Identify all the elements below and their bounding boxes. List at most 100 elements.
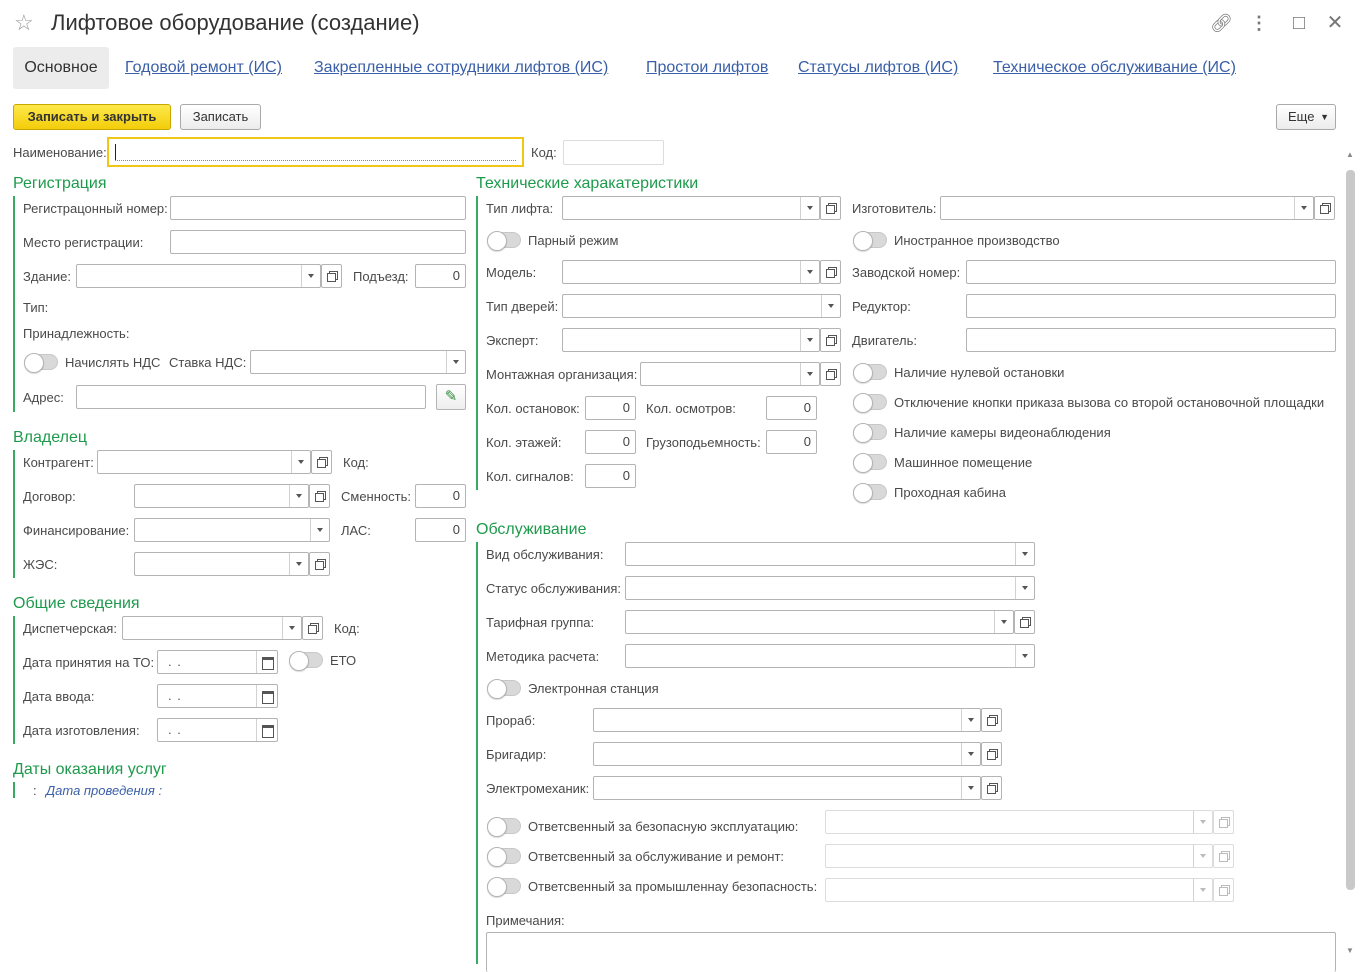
input-date-input[interactable]: . .	[157, 684, 278, 708]
open-icon[interactable]	[1213, 810, 1234, 834]
chevron-down-icon[interactable]	[289, 553, 308, 575]
open-icon[interactable]	[1014, 610, 1035, 634]
lift-type-select[interactable]	[562, 196, 820, 220]
resp-repair-select[interactable]	[825, 844, 1213, 868]
open-icon[interactable]	[981, 742, 1002, 766]
install-org-select[interactable]	[640, 362, 820, 386]
scroll-down-icon[interactable]: ▼	[1346, 946, 1354, 955]
chevron-down-icon[interactable]	[291, 451, 310, 473]
zhes-select[interactable]	[134, 552, 309, 576]
electromech-select[interactable]	[593, 776, 981, 800]
close-icon[interactable]: ✕	[1324, 12, 1346, 34]
foreign-toggle[interactable]	[853, 231, 887, 251]
reg-place-input[interactable]	[170, 230, 466, 254]
chevron-down-icon[interactable]	[961, 743, 980, 765]
contract-select[interactable]	[134, 484, 309, 508]
chevron-down-icon[interactable]	[821, 295, 840, 317]
open-icon[interactable]	[820, 260, 841, 284]
open-icon[interactable]	[309, 552, 330, 576]
resp-safe-select[interactable]	[825, 810, 1213, 834]
more-vertical-icon[interactable]: ⋮	[1248, 12, 1270, 34]
name-input[interactable]	[107, 137, 524, 167]
camera-toggle[interactable]	[853, 423, 887, 443]
more-button[interactable]: Еще ▼	[1276, 104, 1336, 130]
machine-room-toggle[interactable]	[853, 453, 887, 473]
open-icon[interactable]	[1213, 878, 1234, 902]
chevron-down-icon[interactable]	[289, 485, 308, 507]
door-type-select[interactable]	[562, 294, 841, 318]
chevron-down-icon[interactable]	[994, 611, 1013, 633]
open-icon[interactable]	[981, 776, 1002, 800]
chevron-down-icon[interactable]	[1294, 197, 1313, 219]
open-icon[interactable]	[1314, 196, 1335, 220]
chevron-down-icon[interactable]	[1193, 845, 1212, 867]
open-icon[interactable]	[981, 708, 1002, 732]
chevron-down-icon[interactable]	[282, 617, 301, 639]
disable-call-toggle[interactable]	[853, 393, 887, 413]
eto-toggle[interactable]	[289, 651, 323, 671]
contractor-select[interactable]	[97, 450, 311, 474]
las-input[interactable]: 0	[415, 518, 466, 542]
tab-annual-repair[interactable]: Годовой ремонт (ИС)	[125, 59, 282, 77]
chevron-down-icon[interactable]	[1193, 811, 1212, 833]
signals-input[interactable]: 0	[585, 464, 636, 488]
address-input[interactable]	[76, 385, 426, 409]
open-icon[interactable]	[1213, 844, 1234, 868]
calendar-icon[interactable]	[256, 719, 277, 741]
brigadier-select[interactable]	[593, 742, 981, 766]
calendar-icon[interactable]	[256, 651, 277, 673]
station-toggle[interactable]	[487, 679, 521, 699]
tab-assigned-staff[interactable]: Закрепленные сотрудники лифтов (ИС)	[314, 59, 608, 77]
save-close-button[interactable]: Записать и закрыть	[13, 104, 171, 130]
open-icon[interactable]	[302, 616, 323, 640]
method-select[interactable]	[625, 644, 1035, 668]
maximize-icon[interactable]: □	[1288, 12, 1310, 34]
chevron-down-icon[interactable]	[1015, 645, 1034, 667]
pair-toggle[interactable]	[487, 231, 521, 251]
through-cab-toggle[interactable]	[853, 483, 887, 503]
model-select[interactable]	[562, 260, 820, 284]
open-icon[interactable]	[820, 196, 841, 220]
foreman-select[interactable]	[593, 708, 981, 732]
dispatch-select[interactable]	[122, 616, 302, 640]
vat-rate-select[interactable]	[250, 350, 466, 374]
save-button[interactable]: Записать	[180, 104, 261, 130]
tariff-select[interactable]	[625, 610, 1014, 634]
stops-input[interactable]: 0	[585, 396, 636, 420]
open-icon[interactable]	[309, 484, 330, 508]
open-icon[interactable]	[820, 362, 841, 386]
service-status-select[interactable]	[625, 576, 1035, 600]
service-kind-select[interactable]	[625, 542, 1035, 566]
shift-input[interactable]: 0	[415, 484, 466, 508]
calendar-icon[interactable]	[256, 685, 277, 707]
resp-ind-select[interactable]	[825, 878, 1213, 902]
entrance-input[interactable]: 0	[415, 264, 466, 288]
chevron-down-icon[interactable]	[1193, 879, 1212, 901]
chevron-down-icon[interactable]	[301, 265, 320, 287]
chevron-down-icon[interactable]	[800, 329, 819, 351]
tab-maintenance[interactable]: Техническое обслуживание (ИС)	[993, 59, 1236, 77]
link-icon[interactable]: 🔗︎	[1210, 12, 1233, 34]
manuf-date-input[interactable]: . .	[157, 718, 278, 742]
edit-pencil-icon[interactable]: ✎	[436, 384, 466, 410]
chevron-down-icon[interactable]	[1015, 577, 1034, 599]
chevron-down-icon[interactable]	[1015, 543, 1034, 565]
chevron-down-icon[interactable]	[800, 197, 819, 219]
resp-safe-toggle[interactable]	[487, 817, 521, 837]
chevron-down-icon[interactable]	[800, 363, 819, 385]
open-icon[interactable]	[820, 328, 841, 352]
resp-ind-toggle[interactable]	[487, 877, 521, 897]
scroll-up-icon[interactable]: ▲	[1346, 150, 1354, 159]
engine-input[interactable]	[966, 328, 1336, 352]
floors-input[interactable]: 0	[585, 430, 636, 454]
chevron-down-icon[interactable]	[310, 519, 329, 541]
expert-select[interactable]	[562, 328, 820, 352]
capacity-input[interactable]: 0	[766, 430, 817, 454]
chevron-down-icon[interactable]	[961, 777, 980, 799]
scrollbar[interactable]	[1346, 170, 1355, 890]
serial-input[interactable]	[966, 260, 1336, 284]
inspections-input[interactable]: 0	[766, 396, 817, 420]
manufacturer-select[interactable]	[940, 196, 1314, 220]
favorite-star-icon[interactable]: ☆	[14, 10, 34, 36]
tab-downtime[interactable]: Простои лифтов	[646, 59, 768, 77]
